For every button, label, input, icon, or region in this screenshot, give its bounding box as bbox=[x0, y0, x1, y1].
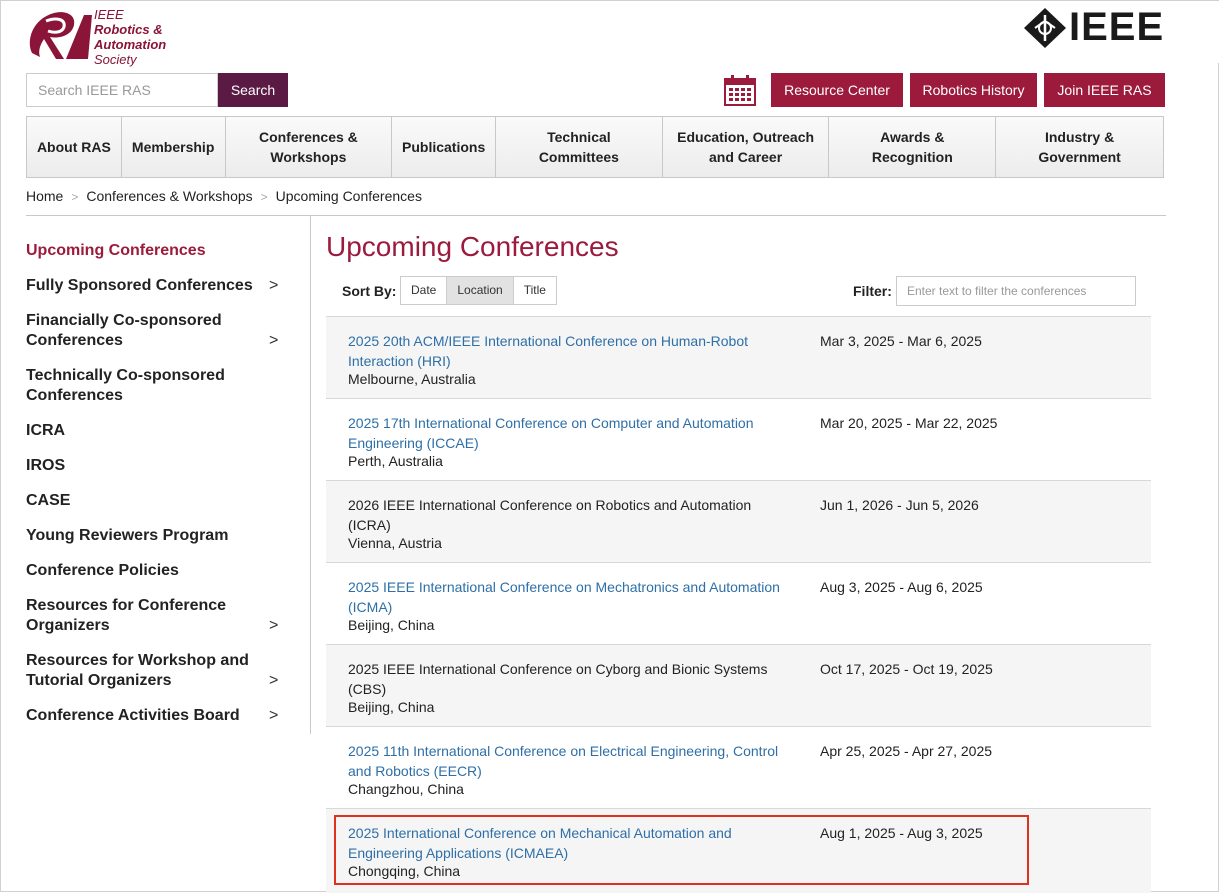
conference-dates: Jun 1, 2026 - Jun 5, 2026 bbox=[820, 497, 979, 513]
nav-conferences-workshops[interactable]: Conferences & Workshops bbox=[226, 117, 393, 177]
logo-line-2: Robotics & bbox=[94, 22, 163, 37]
breadcrumb-current: Upcoming Conferences bbox=[275, 188, 422, 204]
conference-title: 2026 IEEE International Conference on Ro… bbox=[348, 497, 752, 533]
sidebar-item-financially-co-sponsored[interactable]: Financially Co-sponsored Conferences > bbox=[26, 311, 278, 351]
conference-row: 2026 IEEE International Conference on Ro… bbox=[326, 480, 1151, 562]
sort-location-button[interactable]: Location bbox=[447, 277, 514, 304]
conference-dates: Aug 3, 2025 - Aug 6, 2025 bbox=[820, 579, 983, 595]
chevron-right-icon[interactable]: > bbox=[269, 276, 278, 296]
sidebar-item-label: Upcoming Conferences bbox=[26, 242, 206, 259]
chevron-right-icon[interactable]: > bbox=[269, 331, 278, 351]
conference-location: Changzhou, China bbox=[348, 781, 464, 797]
filter-label: Filter: bbox=[853, 283, 892, 299]
sidebar-item-iros[interactable]: IROS bbox=[26, 456, 286, 476]
ieee-logo-wordmark: IEEE bbox=[1069, 5, 1165, 49]
sidebar-item-case[interactable]: CASE bbox=[26, 491, 286, 511]
sidebar-item-label: IROS bbox=[26, 457, 66, 474]
sidebar-item-young-reviewers[interactable]: Young Reviewers Program bbox=[26, 526, 286, 546]
conference-location: Beijing, China bbox=[348, 617, 435, 633]
search-input[interactable]: Search IEEE RAS bbox=[26, 73, 218, 107]
sort-button-group: Date Location Title bbox=[400, 276, 557, 305]
nav-about-ras[interactable]: About RAS bbox=[27, 117, 122, 177]
breadcrumb-separator-icon: > bbox=[260, 190, 268, 204]
ieee-logo[interactable]: IEEE bbox=[1023, 5, 1168, 49]
sidebar-item-icra[interactable]: ICRA bbox=[26, 421, 286, 441]
breadcrumb-home[interactable]: Home bbox=[26, 188, 63, 204]
sidebar-item-label: Young Reviewers Program bbox=[26, 527, 229, 544]
calendar-icon[interactable] bbox=[723, 73, 757, 107]
divider bbox=[26, 215, 1166, 216]
sidebar-item-label: Fully Sponsored Conferences bbox=[26, 277, 253, 294]
sidebar-item-label: CASE bbox=[26, 492, 71, 509]
sort-title-button[interactable]: Title bbox=[513, 277, 556, 304]
conference-title-link[interactable]: 2025 11th International Conference on El… bbox=[348, 741, 788, 781]
sort-label: Sort By: bbox=[342, 283, 397, 299]
sidebar-item-label: Resources for Conference Organizers bbox=[26, 597, 227, 634]
logo-line-1: IEEE bbox=[94, 7, 124, 22]
sidebar-item-label: Conference Activities Board bbox=[26, 707, 240, 724]
conference-row: 2025 IEEE International Conference on Cy… bbox=[326, 644, 1151, 726]
sidebar-item-upcoming-conferences[interactable]: Upcoming Conferences bbox=[26, 241, 286, 261]
breadcrumb-conferences[interactable]: Conferences & Workshops bbox=[86, 188, 252, 204]
conference-dates: Apr 25, 2025 - Apr 27, 2025 bbox=[820, 743, 993, 759]
sidebar-item-label: Conference Policies bbox=[26, 562, 179, 579]
sidebar-item-label: ICRA bbox=[26, 422, 66, 439]
conference-row: 2025 11th International Conference on El… bbox=[326, 726, 1151, 808]
chevron-right-icon[interactable]: > bbox=[269, 616, 278, 636]
nav-publications[interactable]: Publications bbox=[392, 117, 496, 177]
chevron-right-icon[interactable]: > bbox=[269, 671, 278, 691]
sidebar-item-resources-workshop-organizers[interactable]: Resources for Workshop and Tutorial Orga… bbox=[26, 651, 278, 691]
conference-row: 2025 20th ACM/IEEE International Confere… bbox=[326, 316, 1151, 398]
ieee-ras-logo[interactable]: IEEE Robotics & Automation Society bbox=[26, 7, 176, 67]
nav-membership[interactable]: Membership bbox=[122, 117, 226, 177]
nav-technical-committees[interactable]: Technical Committees bbox=[496, 117, 663, 177]
sidebar-item-label: Technically Co-sponsored Conferences bbox=[26, 367, 225, 404]
sidebar-item-fully-sponsored[interactable]: Fully Sponsored Conferences > bbox=[26, 276, 286, 296]
sidebar-divider bbox=[310, 216, 311, 734]
conference-location: Beijing, China bbox=[348, 699, 435, 715]
sidebar-item-resources-conference-organizers[interactable]: Resources for Conference Organizers > bbox=[26, 596, 278, 636]
logo-line-4: Society bbox=[94, 52, 137, 67]
filter-input[interactable]: Enter text to filter the conferences bbox=[896, 276, 1136, 306]
sidebar-item-technically-co-sponsored[interactable]: Technically Co-sponsored Conferences bbox=[26, 366, 246, 406]
nav-industry-government[interactable]: Industry & Government bbox=[996, 117, 1163, 177]
conference-row: 2025 17th International Conference on Co… bbox=[326, 398, 1151, 480]
conference-dates: Oct 17, 2025 - Oct 19, 2025 bbox=[820, 661, 993, 677]
nav-education-outreach-career[interactable]: Education, Outreach and Career bbox=[663, 117, 830, 177]
conference-title: 2025 IEEE International Conference on Cy… bbox=[348, 661, 768, 697]
breadcrumb-separator-icon: > bbox=[71, 190, 79, 204]
main-nav: About RAS Membership Conferences & Works… bbox=[26, 116, 1164, 178]
sort-date-button[interactable]: Date bbox=[401, 277, 448, 304]
sidebar-item-label: Resources for Workshop and Tutorial Orga… bbox=[26, 652, 249, 689]
header: IEEE Robotics & Automation Society IEEE bbox=[1, 1, 1219, 67]
conference-location: Vienna, Austria bbox=[348, 535, 442, 551]
resource-center-button[interactable]: Resource Center bbox=[771, 73, 903, 107]
conference-title-link[interactable]: 2025 17th International Conference on Co… bbox=[348, 413, 788, 453]
robotics-history-button[interactable]: Robotics History bbox=[910, 73, 1037, 107]
conference-row: 2025 IEEE International Conference on Me… bbox=[326, 562, 1151, 644]
sidebar-item-label: Financially Co-sponsored Conferences bbox=[26, 312, 222, 349]
join-ieee-ras-button[interactable]: Join IEEE RAS bbox=[1044, 73, 1165, 107]
nav-awards-recognition[interactable]: Awards & Recognition bbox=[829, 117, 997, 177]
conference-dates: Mar 3, 2025 - Mar 6, 2025 bbox=[820, 333, 982, 349]
page-title: Upcoming Conferences bbox=[326, 231, 619, 262]
sidebar-item-conference-policies[interactable]: Conference Policies bbox=[26, 561, 286, 581]
search-button[interactable]: Search bbox=[218, 73, 288, 107]
highlight-box bbox=[334, 815, 1029, 885]
chevron-right-icon[interactable]: > bbox=[269, 706, 278, 726]
logo-line-3: Automation bbox=[94, 37, 167, 52]
breadcrumb: Home > Conferences & Workshops > Upcoming Co… bbox=[26, 188, 422, 204]
sidebar-item-activities-board[interactable]: Conference Activities Board > bbox=[26, 706, 286, 726]
conference-location: Melbourne, Australia bbox=[348, 371, 476, 387]
conference-location: Perth, Australia bbox=[348, 453, 443, 469]
conference-title-link[interactable]: 2025 IEEE International Conference on Me… bbox=[348, 577, 788, 617]
conference-dates: Mar 20, 2025 - Mar 22, 2025 bbox=[820, 415, 998, 431]
conference-title-link[interactable]: 2025 20th ACM/IEEE International Confere… bbox=[348, 331, 788, 371]
